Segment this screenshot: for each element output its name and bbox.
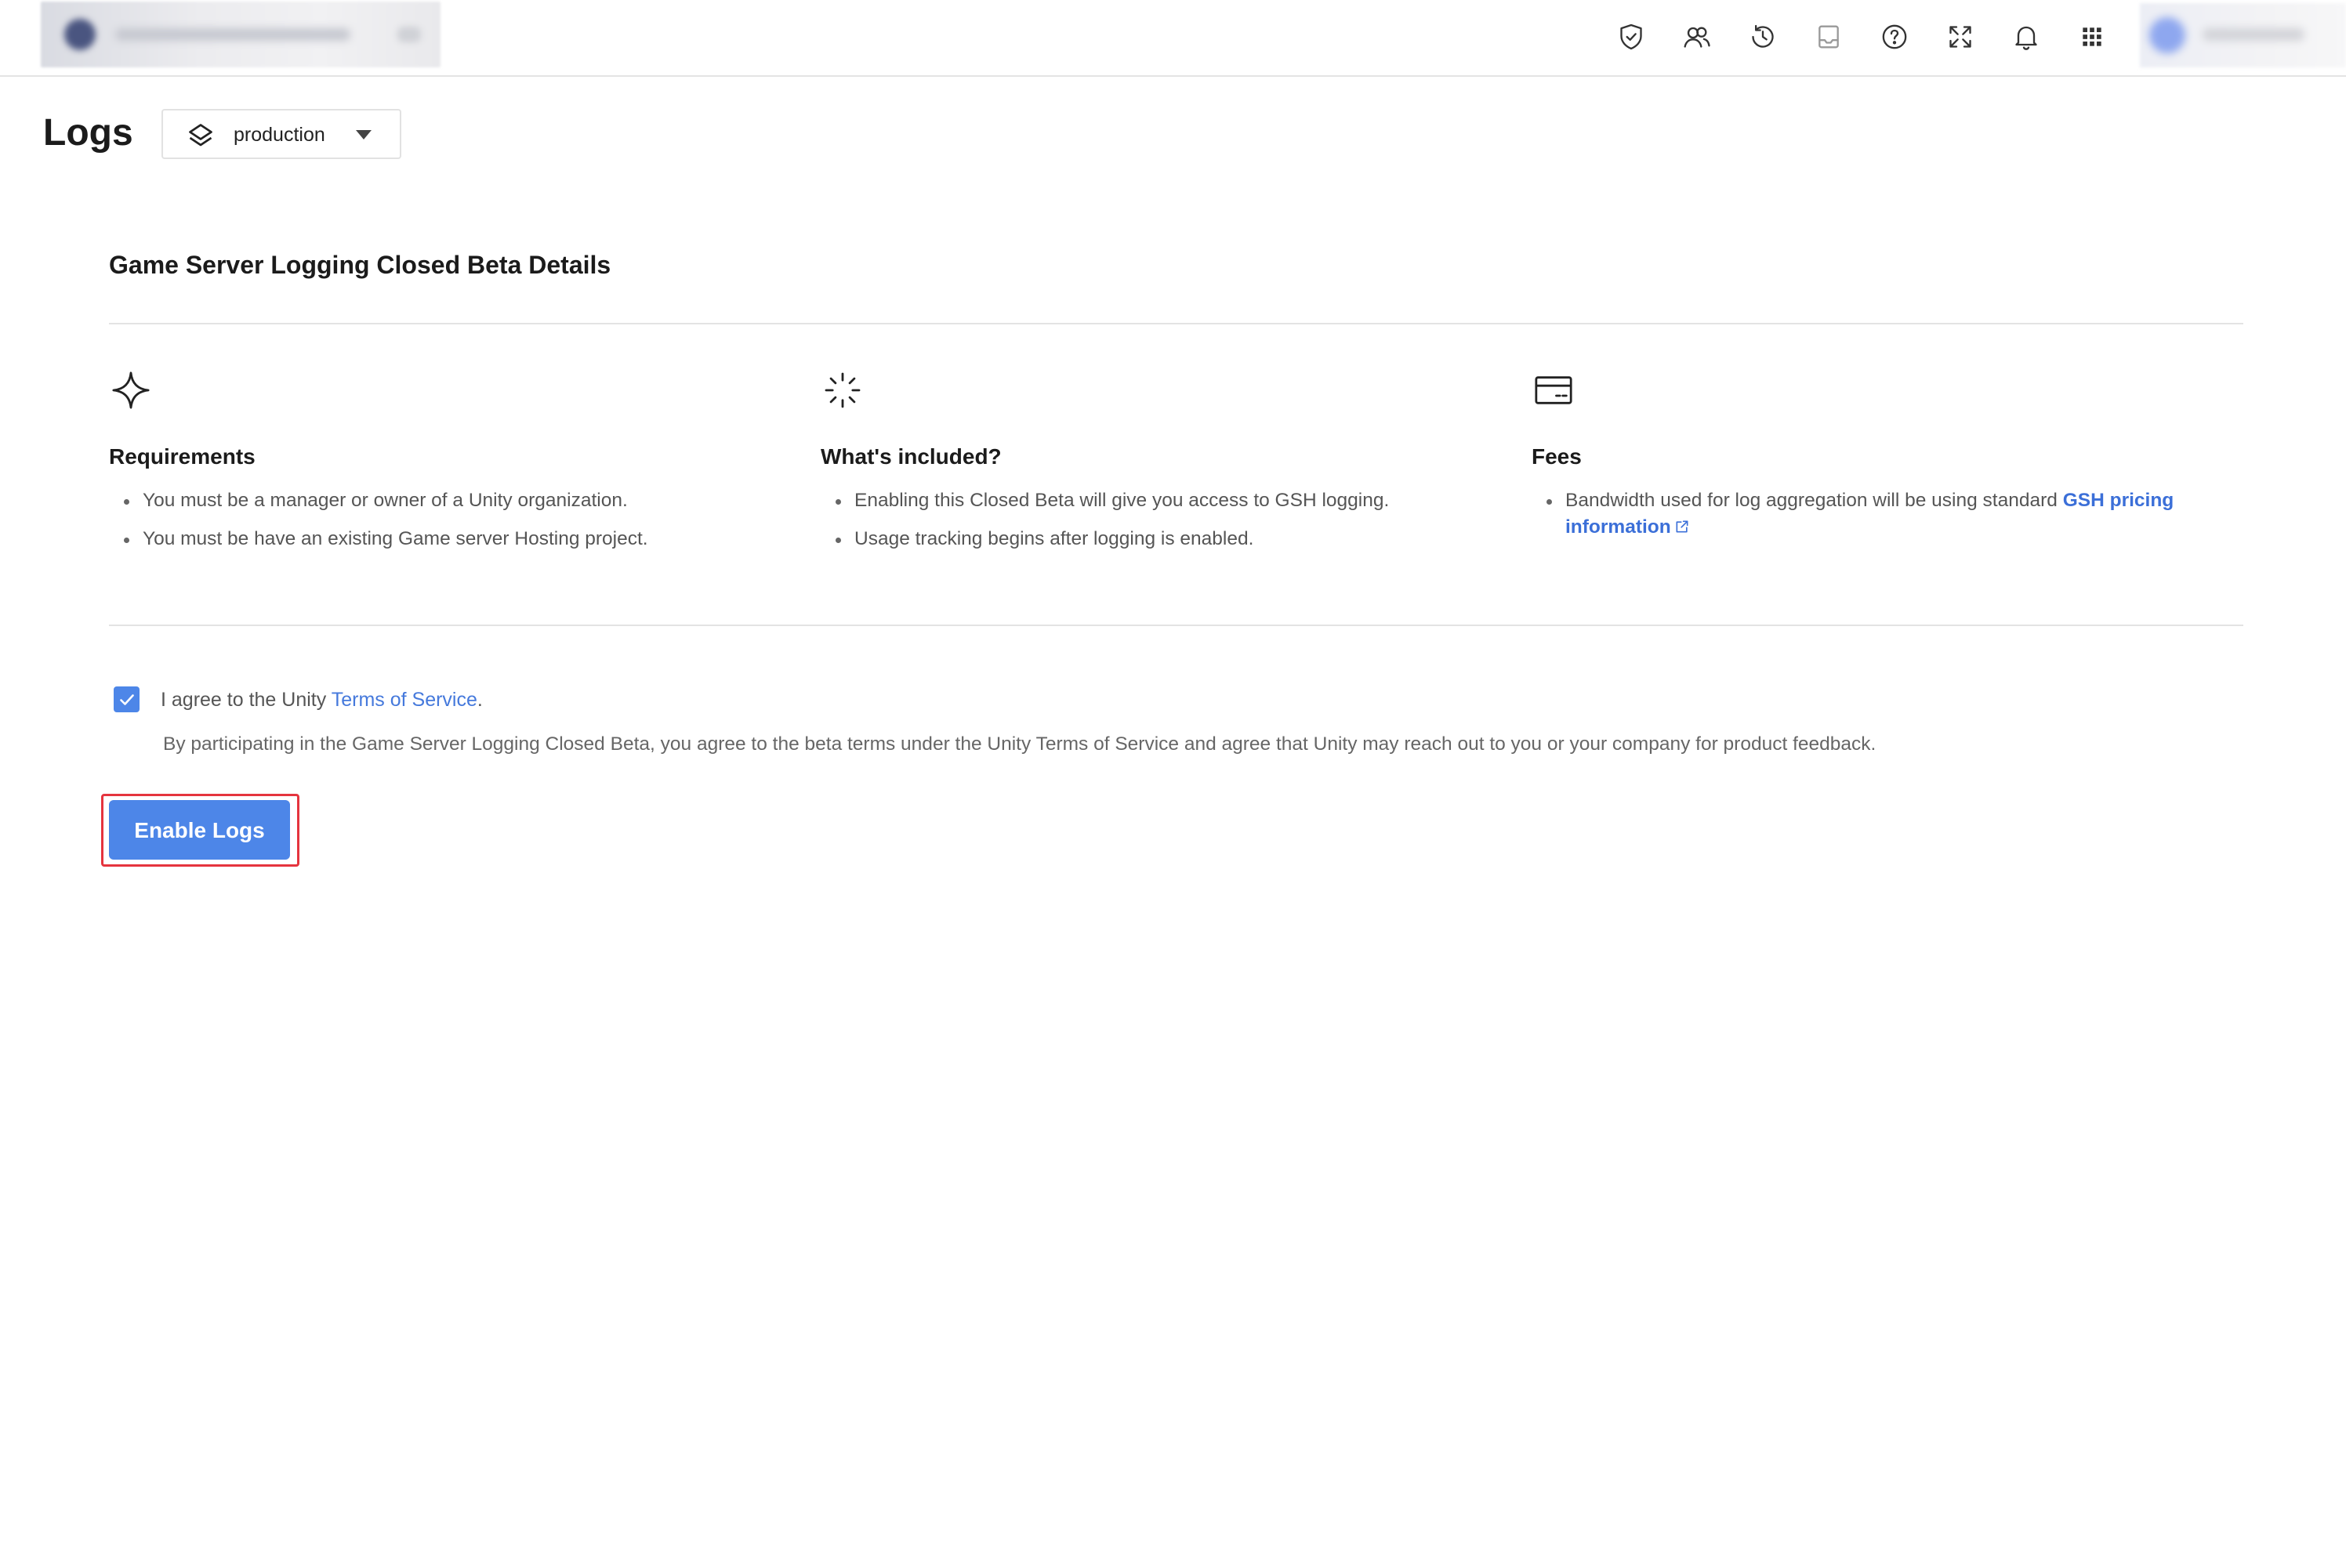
project-switcher[interactable] (41, 2, 441, 67)
caret-down-icon (356, 130, 372, 139)
terms-prefix: I agree to the Unity (161, 689, 332, 711)
top-bar (0, 0, 2346, 77)
enable-logs-button[interactable]: Enable Logs (109, 800, 290, 860)
list-item: Enabling this Closed Beta will give you … (821, 487, 1510, 514)
bell-icon[interactable] (2008, 19, 2044, 55)
project-name-blurred (115, 28, 350, 41)
sparkle-icon (112, 371, 150, 409)
list-item: Usage tracking begins after logging is e… (821, 526, 1510, 552)
terms-checkbox[interactable] (114, 686, 140, 712)
requirements-heading: Requirements (109, 444, 256, 469)
list-item: Bandwidth used for log aggregation will … (1532, 487, 2221, 541)
credit-card-icon (1535, 376, 1572, 404)
users-icon[interactable] (1679, 19, 1715, 55)
shield-check-icon[interactable] (1613, 19, 1649, 55)
checkmark-icon (119, 693, 134, 705)
avatar (2149, 17, 2185, 53)
help-icon[interactable] (1876, 19, 1913, 55)
chevron-down-icon (397, 27, 421, 42)
account-menu[interactable] (2140, 3, 2346, 67)
environment-label: production (234, 124, 325, 146)
divider (109, 323, 2243, 324)
fullscreen-icon[interactable] (1942, 19, 1978, 55)
section-title: Game Server Logging Closed Beta Details (109, 251, 611, 279)
history-icon[interactable] (1745, 19, 1781, 55)
apps-grid-icon[interactable] (2074, 19, 2110, 55)
divider (109, 625, 2243, 626)
terms-of-service-link[interactable]: Terms of Service (332, 689, 477, 711)
project-avatar (64, 19, 96, 50)
loader-icon (825, 372, 861, 408)
external-link-icon (1676, 520, 1688, 533)
list-item: You must be a manager or owner of a Unit… (109, 487, 799, 514)
terms-suffix: . (477, 689, 483, 711)
beta-terms-note: By participating in the Game Server Logg… (163, 733, 1876, 755)
requirements-list: You must be a manager or owner of a Unit… (109, 487, 799, 564)
fees-text: Bandwidth used for log aggregation will … (1565, 490, 2063, 511)
layers-icon (189, 124, 212, 147)
list-item: You must be have an existing Game server… (109, 526, 799, 552)
fees-list: Bandwidth used for log aggregation will … (1532, 487, 2221, 552)
inbox-icon[interactable] (1811, 19, 1847, 55)
page-title: Logs (43, 112, 133, 154)
included-heading: What's included? (821, 444, 1002, 469)
account-name-blurred (2203, 28, 2304, 41)
included-list: Enabling this Closed Beta will give you … (821, 487, 1510, 564)
terms-label: I agree to the Unity Terms of Service. (161, 686, 483, 713)
fees-heading: Fees (1532, 444, 1582, 469)
environment-select[interactable]: production (161, 109, 401, 159)
